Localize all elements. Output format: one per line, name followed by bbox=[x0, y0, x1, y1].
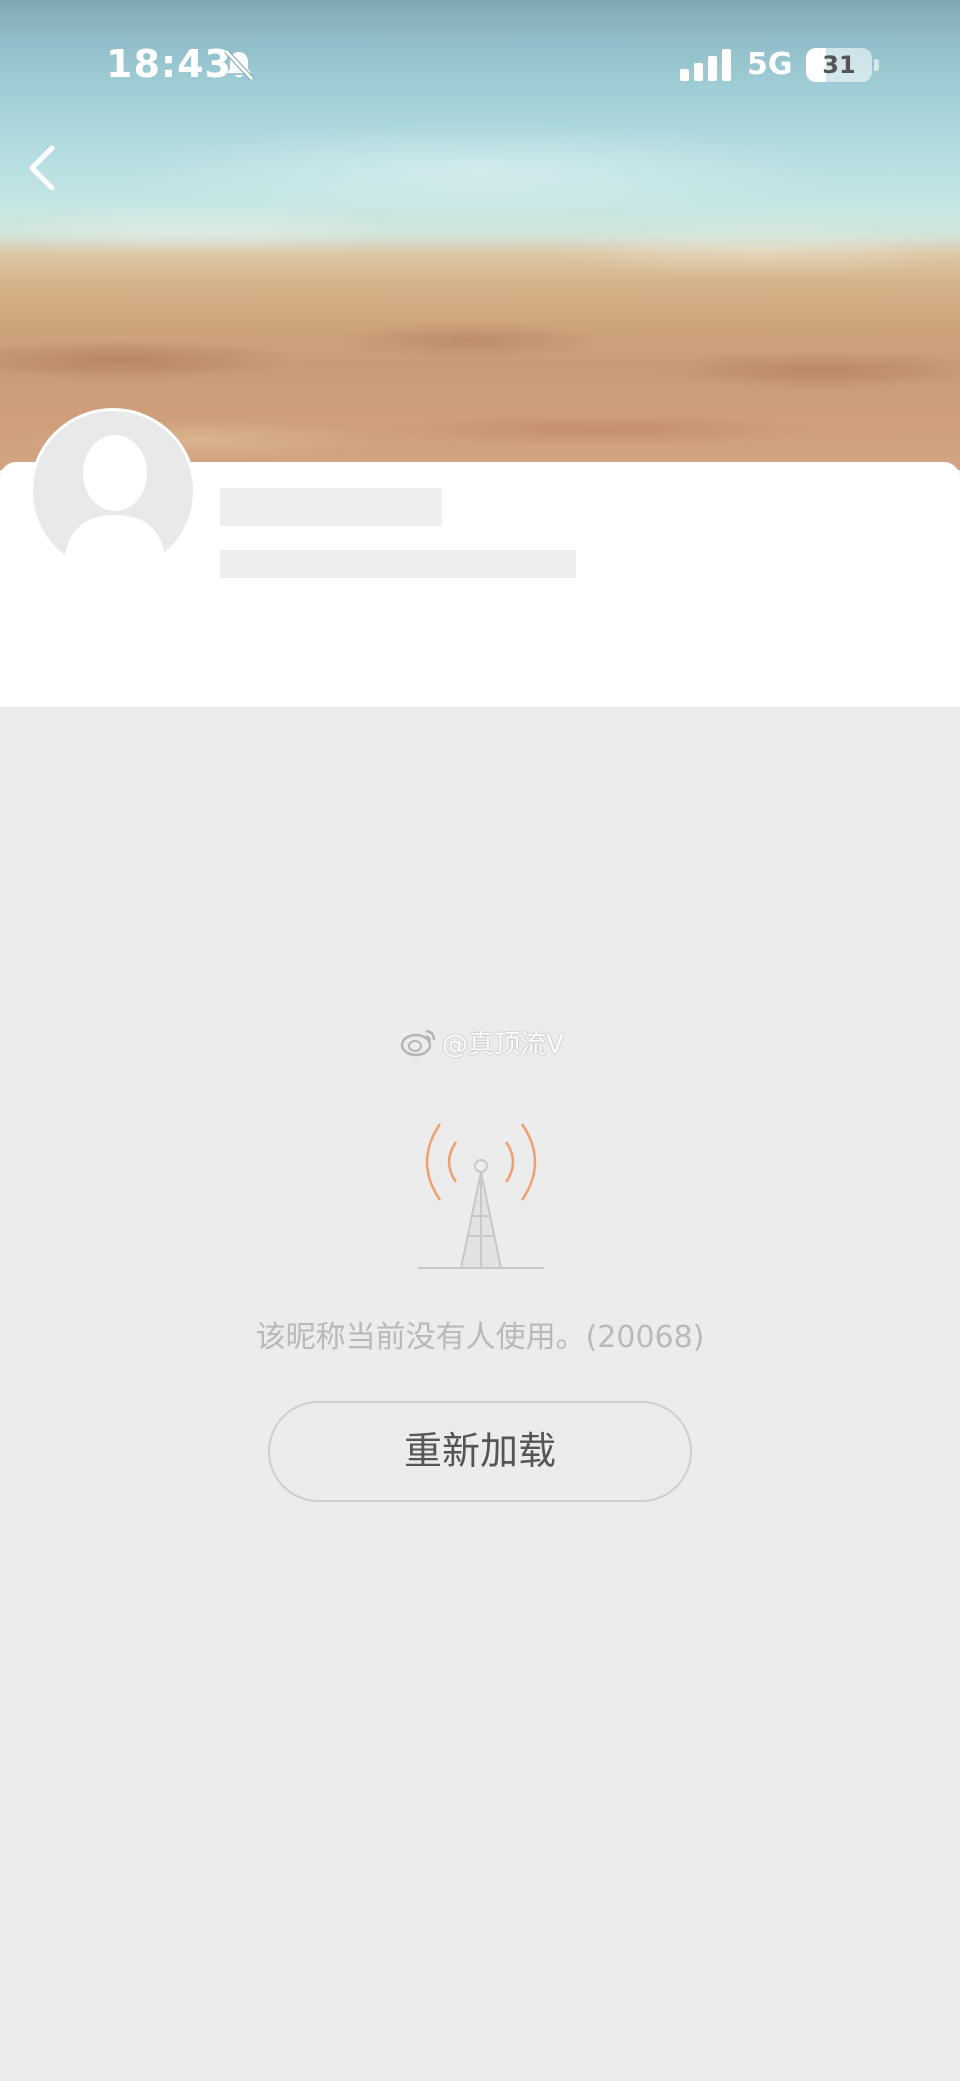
skeleton-bio-placeholder bbox=[220, 550, 576, 578]
battery-percent: 31 bbox=[822, 51, 856, 79]
watermark-text: @真顶流V bbox=[442, 1029, 564, 1060]
avatar bbox=[30, 408, 196, 574]
watermark: @真顶流V bbox=[400, 1026, 564, 1060]
chevron-left-icon[interactable] bbox=[20, 140, 64, 196]
status-time: 18:43 bbox=[106, 42, 232, 86]
reload-button[interactable]: 重新加载 bbox=[268, 1401, 692, 1502]
network-type: 5G bbox=[747, 47, 793, 82]
skeleton-username-placeholder bbox=[220, 488, 442, 526]
battery-indicator: 31 bbox=[806, 48, 872, 82]
error-message: 该昵称当前没有人使用。(20068) bbox=[255, 1320, 705, 1355]
signal-tower-icon bbox=[418, 1123, 544, 1269]
cellular-signal-icon bbox=[680, 49, 731, 81]
default-avatar-icon bbox=[63, 435, 167, 571]
weibo-logo-icon bbox=[400, 1029, 436, 1057]
battery-cap bbox=[874, 59, 879, 71]
bell-slash-icon bbox=[224, 49, 254, 81]
